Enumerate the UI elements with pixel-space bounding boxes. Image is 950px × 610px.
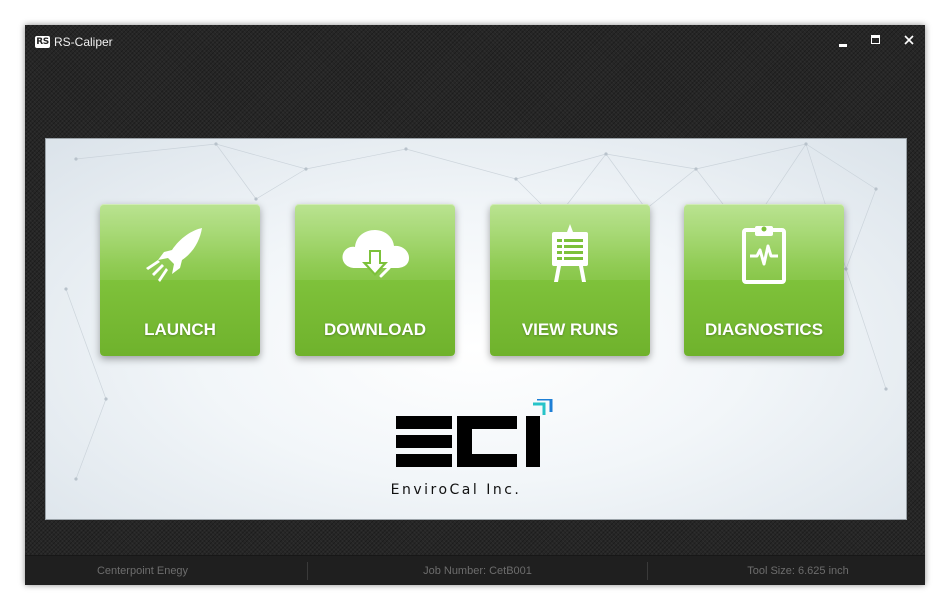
download-label: DOWNLOAD bbox=[324, 320, 426, 339]
close-button[interactable] bbox=[898, 31, 920, 51]
view-runs-label: VIEW RUNS bbox=[521, 320, 619, 339]
easel-list-icon bbox=[552, 224, 588, 282]
main-panel: LAUNCH DOWNLOAD VIEW RUNS DIAGNOSTICS En… bbox=[45, 138, 907, 520]
cloud-download-icon bbox=[342, 230, 409, 278]
minimize-button[interactable] bbox=[832, 31, 854, 51]
diagnostics-button[interactable]: DIAGNOSTICS bbox=[684, 204, 844, 356]
app-logo-icon: RS bbox=[35, 36, 50, 48]
status-bar: Centerpoint Enegy Job Number: CetB001 To… bbox=[25, 555, 925, 585]
title-bar[interactable]: RS RS-Caliper bbox=[25, 25, 925, 59]
rocket-icon bbox=[146, 228, 202, 282]
view-runs-button[interactable]: VIEW RUNS bbox=[490, 204, 650, 356]
app-window: RS RS-Caliper LAUNCH DOWNLOAD VIEW RUNS … bbox=[25, 25, 925, 585]
company-name: EnviroCal Inc. bbox=[390, 482, 522, 498]
launch-label: LAUNCH bbox=[144, 320, 216, 339]
close-icon bbox=[904, 35, 914, 45]
company-status: Centerpoint Enegy bbox=[96, 565, 189, 577]
maximize-button[interactable] bbox=[865, 31, 887, 51]
clipboard-pulse-icon bbox=[742, 226, 786, 284]
job-number-status: Job Number: CetB001 bbox=[423, 565, 532, 577]
tool-size-status: Tool Size: 6.625 inch bbox=[747, 565, 849, 577]
diagnostics-label: DIAGNOSTICS bbox=[704, 320, 824, 339]
download-button[interactable]: DOWNLOAD bbox=[295, 204, 455, 356]
window-title: RS-Caliper bbox=[54, 35, 113, 49]
launch-button[interactable]: LAUNCH bbox=[100, 204, 260, 356]
